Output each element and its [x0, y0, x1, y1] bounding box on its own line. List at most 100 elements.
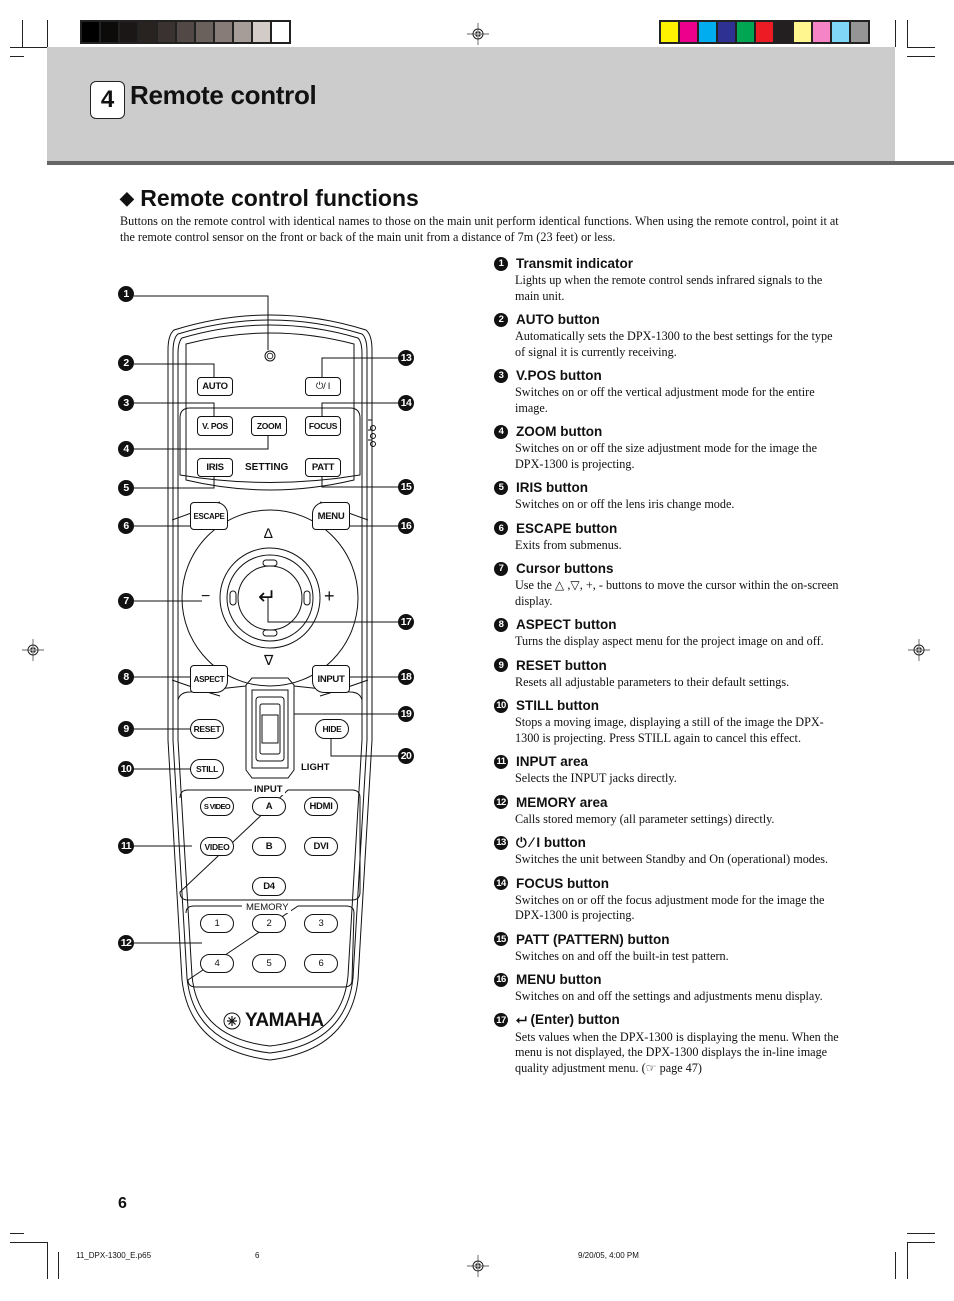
memory-1-button[interactable]: 1 [200, 914, 234, 933]
escape-button[interactable]: ESCAPE [190, 502, 228, 530]
item-title: RESET button [516, 657, 607, 673]
color-swatch-7 [775, 22, 792, 42]
process-color-bar [659, 20, 870, 44]
item-title: IRIS button [516, 480, 588, 495]
d4-button[interactable]: D4 [252, 877, 286, 896]
color-swatch-1 [661, 22, 678, 42]
brand-wordmark: YAMAHA [245, 1010, 324, 1031]
section-intro-paragraph: Buttons on the remote control with ident… [120, 214, 839, 244]
slug-date: 9/20/05, 4:00 PM [578, 1251, 639, 1260]
list-item: 3 V.POS button Switches on or off the vert… [494, 366, 839, 416]
callout-14: 14 [398, 395, 414, 411]
memory-3-button[interactable]: 3 [304, 914, 338, 933]
auto-button[interactable]: AUTO [197, 377, 233, 396]
gray-swatch-7 [196, 22, 213, 42]
item-number: 15 [494, 932, 508, 946]
light-button-label: LIGHT [301, 762, 330, 773]
cursor-down-button[interactable]: ∇ [264, 652, 273, 669]
item-title: MEMORY area [516, 794, 608, 810]
item-description: Switches on or off the focus adjustment … [515, 892, 825, 923]
header-rule [47, 161, 954, 165]
input-a-button[interactable]: A [252, 797, 286, 816]
gray-swatch-2 [101, 22, 118, 42]
gray-swatch-11 [272, 22, 289, 42]
callout-10: 10 [118, 761, 134, 777]
gray-swatch-5 [158, 22, 175, 42]
item-number: 6 [494, 521, 508, 535]
menu-button[interactable]: MENU [312, 502, 350, 530]
svideo-button[interactable]: S VIDEO [200, 797, 234, 816]
item-number: 10 [494, 698, 508, 713]
memory-6-button[interactable]: 6 [304, 954, 338, 973]
item-description: Turns the display aspect menu for the pr… [515, 634, 824, 648]
memory-2-button[interactable]: 2 [252, 914, 286, 933]
list-item: 5 IRIS button Switches on or off the lens … [494, 478, 839, 513]
section-title-text: Remote control functions [140, 185, 419, 211]
list-item: 1 Transmit indicator Lights up when the re… [494, 254, 839, 304]
input-button[interactable]: INPUT [312, 665, 350, 693]
item-title: INPUT area [516, 754, 589, 769]
registration-mark-left [22, 639, 44, 661]
item-description: Automatically sets the DPX-1300 to the b… [515, 329, 833, 359]
item-title: AUTO button [516, 312, 600, 327]
item-description: Resets all adjustable parameters to thei… [515, 674, 790, 689]
gray-swatch-3 [120, 22, 137, 42]
item-description: Exits from submenus. [515, 537, 622, 552]
video-button[interactable]: VIDEO [200, 837, 234, 856]
item-number: 14 [494, 876, 508, 890]
focus-button[interactable]: FOCUS [305, 416, 341, 436]
still-button[interactable]: STILL [190, 759, 224, 779]
memory-5-button[interactable]: 5 [252, 954, 286, 973]
input-b-button[interactable]: B [252, 837, 286, 856]
function-list: 1 Transmit indicator Lights up when the re… [494, 254, 839, 1082]
zoom-button[interactable]: ZOOM [251, 416, 287, 436]
list-item: 17 ⮠ (Enter) button Sets values when the D… [494, 1011, 839, 1077]
dvi-button[interactable]: DVI [304, 837, 338, 856]
callout-20: 20 [398, 748, 414, 764]
memory-4-button[interactable]: 4 [200, 954, 234, 973]
crop-mark-bottom-left-h2 [10, 1233, 24, 1234]
item-number: 17 [494, 1013, 508, 1027]
crop-mark-top-left-h [10, 47, 48, 48]
list-item: 15 PATT (PATTERN) button Switches on and o… [494, 930, 839, 965]
input-area-label: INPUT [252, 784, 285, 795]
section-title: ◆ Remote control functions [120, 185, 419, 212]
enter-button[interactable]: ↵ [258, 584, 276, 610]
callout-15: 15 [398, 479, 414, 495]
patt-button[interactable]: PATT [305, 458, 341, 477]
light-rocker-button[interactable] [246, 678, 294, 778]
list-item: 7 Cursor buttons Use the △ ,▽, +, - button… [494, 559, 839, 609]
iris-button[interactable]: IRIS [197, 458, 233, 477]
item-number: 13 [494, 835, 508, 850]
item-description: Switches the unit between Standby and On… [515, 852, 829, 866]
callout-6: 6 [118, 518, 134, 534]
chapter-title: Remote control [130, 80, 317, 110]
item-title: ASPECT button [516, 617, 617, 632]
cursor-minus-button[interactable]: − [201, 588, 210, 606]
power-button[interactable]: ⏻/ I [305, 377, 341, 396]
transmit-indicator-icon [264, 350, 276, 362]
vpos-button[interactable]: V. POS [197, 416, 233, 436]
callout-1: 1 [118, 286, 134, 302]
crop-mark-bottom-right-h2 [907, 1233, 935, 1234]
crop-mark-bottom-right-v2 [895, 1252, 896, 1279]
reset-button[interactable]: RESET [190, 719, 224, 739]
item-title: ⏻ ⁄ I button [516, 834, 586, 850]
item-title: MENU button [516, 972, 602, 987]
item-description: Switches on or off the vertical adjustme… [515, 385, 815, 415]
item-title: ESCAPE button [516, 520, 618, 536]
crop-mark-bottom-right-h [907, 1242, 935, 1243]
list-item: 8 ASPECT button Turns the display aspect m… [494, 615, 839, 650]
list-item: 2 AUTO button Automatically sets the DPX-1… [494, 310, 839, 360]
remote-control-illustration: .rbtn { position:absolute; border:1.2px … [110, 280, 440, 1080]
item-number: 12 [494, 795, 508, 809]
cursor-up-button[interactable]: ∆ [264, 525, 273, 541]
color-swatch-8 [794, 22, 811, 42]
aspect-button[interactable]: ASPECT [190, 665, 228, 693]
callout-16: 16 [398, 518, 414, 534]
cursor-plus-button[interactable]: + [324, 586, 335, 607]
hide-button[interactable]: HIDE [315, 719, 349, 739]
item-description: Sets values when the DPX-1300 is display… [515, 1029, 839, 1075]
callout-18: 18 [398, 669, 414, 685]
hdmi-button[interactable]: HDMI [304, 797, 338, 816]
